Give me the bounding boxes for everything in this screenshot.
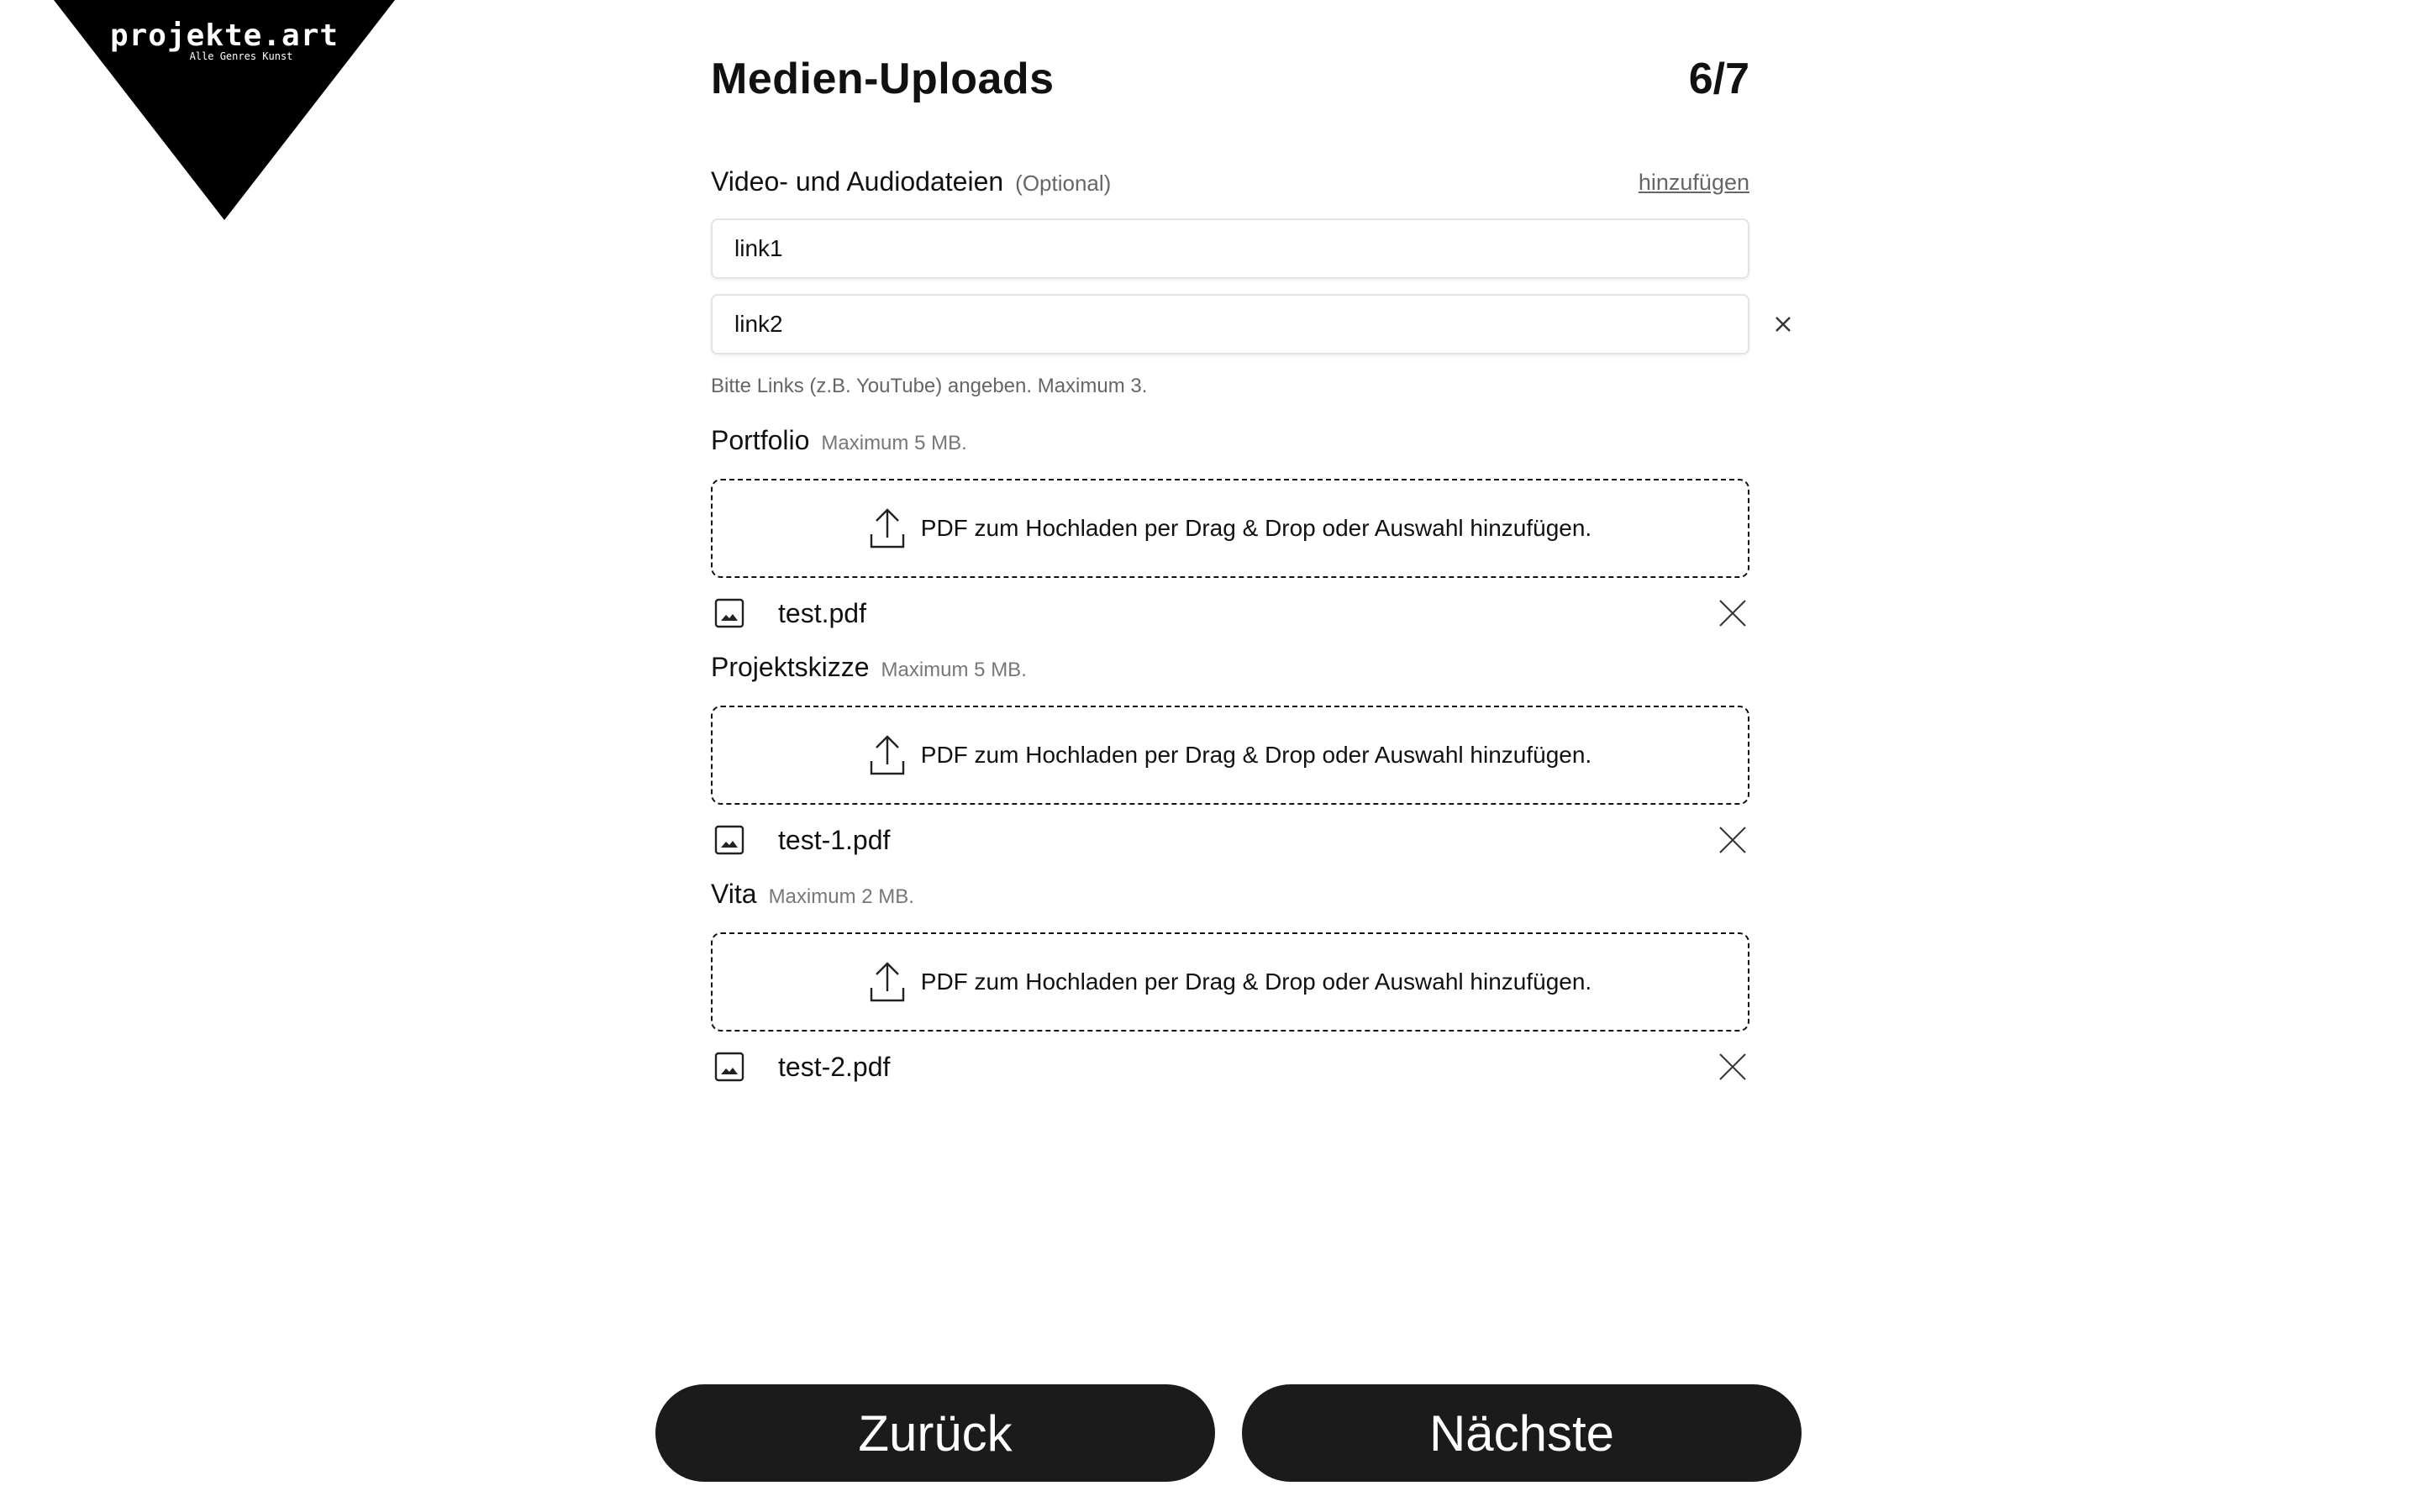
vita-title: Vita (711, 879, 757, 909)
logo-tagline: Alle Genres Kunst (189, 50, 293, 62)
close-icon[interactable] (1716, 823, 1749, 857)
vita-dropzone[interactable]: PDF zum Hochladen per Drag & Drop oder A… (711, 932, 1749, 1032)
projektskizze-file-name: test-1.pdf (778, 825, 891, 855)
image-icon (714, 825, 744, 855)
close-icon[interactable] (1716, 1050, 1749, 1084)
media-links-title: Video- und Audiodateien (711, 166, 1004, 197)
form-header: Medien-Uploads 6/7 (711, 54, 1749, 113)
links-hint: Bitte Links (z.B. YouTube) angeben. Maxi… (711, 375, 1148, 397)
vita-dropzone-text: PDF zum Hochladen per Drag & Drop oder A… (920, 969, 1592, 995)
step-indicator: 6/7 (1688, 55, 1749, 103)
projektskizze-dropzone-text: PDF zum Hochladen per Drag & Drop oder A… (920, 742, 1592, 768)
media-links-label: Video- und Audiodateien (Optional) (711, 166, 1111, 197)
remove-link-button[interactable] (1766, 307, 1800, 341)
projektskizze-title: Projektskizze (711, 652, 870, 682)
link-input-1[interactable] (711, 218, 1749, 279)
projektskizze-file-item: test-1.pdf (711, 820, 1749, 860)
upload-icon (870, 962, 904, 1002)
projektskizze-dropzone[interactable]: PDF zum Hochladen per Drag & Drop oder A… (711, 706, 1749, 805)
logo[interactable]: projekte.art Alle Genres Kunst (54, 0, 395, 220)
vita-label: Vita Maximum 2 MB. (711, 879, 914, 910)
upload-icon (870, 508, 904, 549)
close-icon[interactable] (1716, 596, 1749, 630)
portfolio-title: Portfolio (711, 425, 810, 455)
vita-limit: Maximum 2 MB. (768, 885, 914, 908)
add-link-button[interactable]: hinzufügen (1639, 170, 1749, 196)
image-icon (714, 1052, 744, 1082)
portfolio-file-item: test.pdf (711, 593, 1749, 633)
projektskizze-limit: Maximum 5 MB. (881, 659, 1027, 681)
close-icon (1776, 317, 1791, 332)
link-input-2[interactable] (711, 294, 1749, 354)
portfolio-dropzone-text: PDF zum Hochladen per Drag & Drop oder A… (920, 515, 1592, 541)
image-icon (714, 598, 744, 628)
back-button[interactable]: Zurück (655, 1384, 1215, 1482)
page-title: Medien-Uploads (711, 55, 1055, 103)
logo-name: projekte.art (109, 18, 339, 53)
projektskizze-label: Projektskizze Maximum 5 MB. (711, 652, 1027, 683)
optional-hint: (Optional) (1015, 171, 1112, 196)
next-button[interactable]: Nächste (1242, 1384, 1802, 1482)
vita-file-name: test-2.pdf (778, 1052, 891, 1082)
portfolio-limit: Maximum 5 MB. (821, 432, 967, 454)
vita-file-item: test-2.pdf (711, 1047, 1749, 1087)
portfolio-file-name: test.pdf (778, 598, 866, 628)
portfolio-dropzone[interactable]: PDF zum Hochladen per Drag & Drop oder A… (711, 479, 1749, 578)
upload-icon (870, 735, 904, 775)
portfolio-label: Portfolio Maximum 5 MB. (711, 425, 967, 456)
